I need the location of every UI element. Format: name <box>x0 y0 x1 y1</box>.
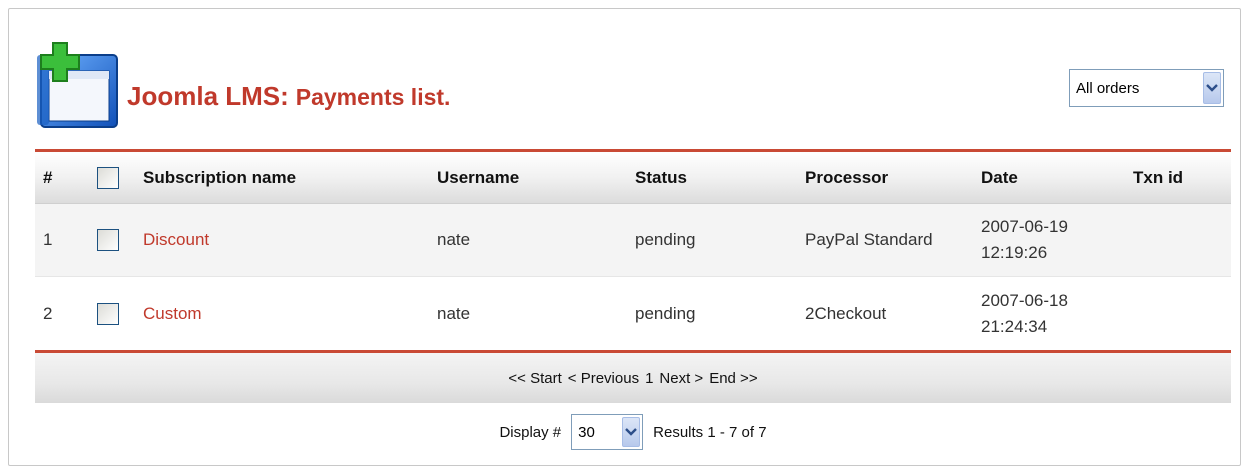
processor-cell: 2Checkout <box>805 303 887 323</box>
subscription-link[interactable]: Custom <box>143 304 202 324</box>
row-checkbox[interactable] <box>97 229 119 251</box>
username-cell: nate <box>437 303 471 323</box>
row-number: 2 <box>43 303 53 323</box>
username-cell: nate <box>437 230 471 249</box>
select-all-cell <box>97 152 119 203</box>
col-username[interactable]: Username <box>437 152 519 203</box>
pagination-next[interactable]: Next > <box>659 370 703 387</box>
col-subscription[interactable]: Subscription name <box>143 152 296 203</box>
date-value: 2007-06-19 <box>981 217 1068 236</box>
app-title: Joomla LMS: <box>127 81 289 111</box>
pagination-previous[interactable]: < Previous <box>568 370 639 387</box>
status-cell: pending <box>635 303 696 323</box>
col-status[interactable]: Status <box>635 152 687 203</box>
chevron-down-icon[interactable] <box>622 417 641 447</box>
orders-filter-value: All orders <box>1076 79 1140 97</box>
page-title: Joomla LMS: Payments list. <box>127 81 450 112</box>
list-footer: Display # 30 Results 1 - 7 of 7 <box>35 403 1231 461</box>
orders-filter-select[interactable]: All orders <box>1069 69 1224 107</box>
add-window-icon <box>31 41 123 133</box>
status-cell: pending <box>635 230 696 249</box>
display-count-value: 30 <box>578 423 595 441</box>
col-number: # <box>43 167 53 187</box>
pagination-current-page: 1 <box>645 369 654 387</box>
row-checkbox-cell <box>97 204 119 276</box>
date-cell: 2007-06-18 21:24:34 <box>981 277 1121 350</box>
page-header: Joomla LMS: Payments list. All orders <box>9 9 1240 149</box>
row-number: 1 <box>43 230 53 249</box>
select-all-checkbox[interactable] <box>97 166 119 189</box>
col-processor[interactable]: Processor <box>805 152 888 203</box>
time-value: 21:24:34 <box>981 316 1048 336</box>
chevron-down-icon[interactable] <box>1203 72 1221 104</box>
date-cell: 2007-06-19 12:19:26 <box>981 204 1121 276</box>
table-header: # Subscription name Username Status Proc… <box>35 152 1231 204</box>
pagination-end[interactable]: End >> <box>709 370 757 387</box>
row-checkbox-cell <box>97 277 119 350</box>
display-count-select[interactable]: 30 <box>571 414 644 450</box>
page-subtitle: Payments list. <box>295 84 451 110</box>
main-panel: Joomla LMS: Payments list. All orders # … <box>8 8 1241 466</box>
payments-table: # Subscription name Username Status Proc… <box>35 149 1231 461</box>
processor-cell: PayPal Standard <box>805 230 933 249</box>
table-row: 2 Custom nate pending 2Checkout 2007-06-… <box>35 277 1231 350</box>
col-txn-id[interactable]: Txn id <box>1133 152 1183 203</box>
subscription-cell: Discount <box>143 204 209 276</box>
table-row: 1 Discount nate pending PayPal Standard … <box>35 204 1231 277</box>
col-date[interactable]: Date <box>981 152 1121 203</box>
pagination-start[interactable]: << Start <box>508 370 561 387</box>
subscription-cell: Custom <box>143 277 202 350</box>
subscription-link[interactable]: Discount <box>143 230 209 250</box>
row-checkbox[interactable] <box>97 302 119 325</box>
results-count: Results 1 - 7 of 7 <box>653 423 767 441</box>
pagination: << Start < Previous 1 Next > End >> <box>35 353 1231 403</box>
display-label: Display # <box>499 423 562 441</box>
time-value: 12:19:26 <box>981 243 1048 262</box>
date-value: 2007-06-18 <box>981 290 1068 310</box>
